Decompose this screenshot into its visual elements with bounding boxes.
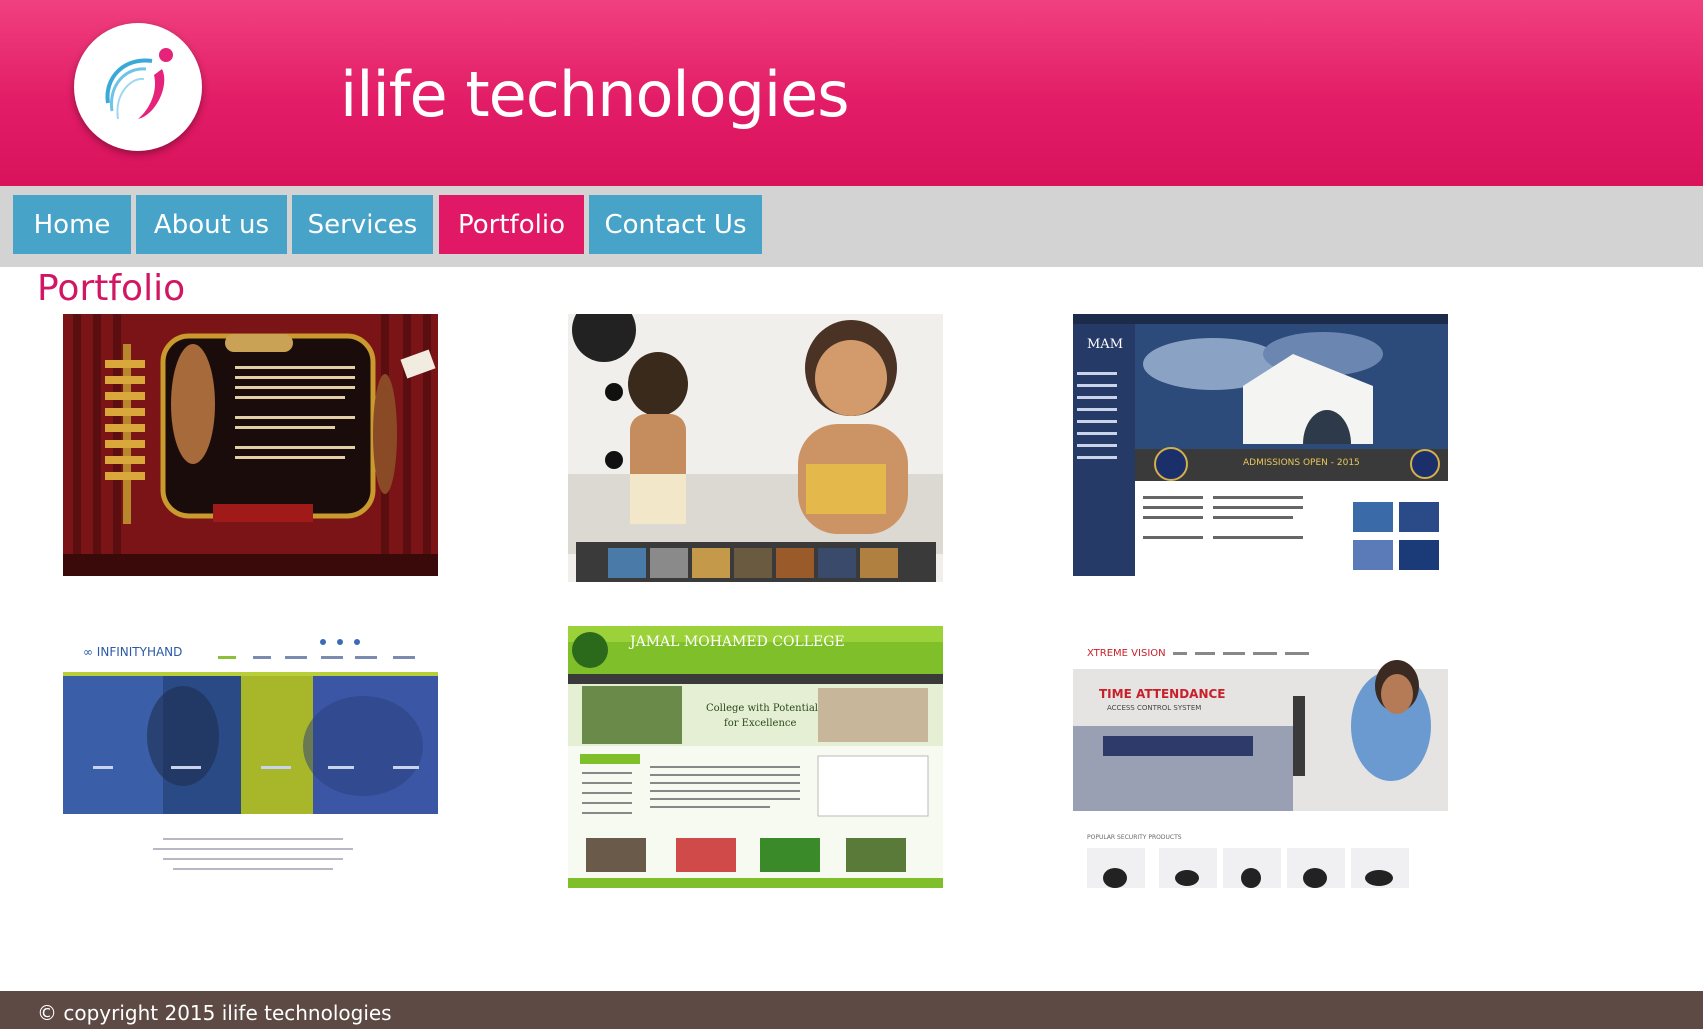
mam-college-screenshot: MAM ADMISSIONS OPEN - 2015	[1073, 314, 1448, 576]
nav-services[interactable]: Services	[292, 195, 433, 254]
portfolio-item-kids-photography[interactable]	[568, 314, 943, 582]
portfolio-item-dance-theatre[interactable]	[63, 314, 438, 576]
site-header: ilife technologies	[0, 0, 1703, 186]
logo[interactable]	[74, 23, 202, 151]
portfolio-item-mam-college[interactable]: MAM ADMISSIONS OPEN - 2015	[1073, 314, 1448, 576]
xtreme-vision-screenshot: XTREME VISION TIME ATTENDANCE ACCESS CON…	[1073, 626, 1448, 888]
main-nav: Home About us Services Portfolio Contact…	[0, 186, 1703, 267]
ilife-swirl-logo-icon	[105, 48, 173, 120]
nav-contact-us[interactable]: Contact Us	[589, 195, 762, 254]
nav-home[interactable]: Home	[13, 195, 131, 254]
dance-theatre-screenshot	[63, 314, 438, 576]
jmc-tagline-1: College with Potential	[706, 703, 818, 714]
mam-admissions-banner: ADMISSIONS OPEN - 2015	[1243, 458, 1360, 468]
portfolio-item-infinity-hand[interactable]: ∞ INFINITYHAND	[63, 626, 438, 888]
jmc-tagline-2: for Excellence	[724, 718, 796, 729]
infinity-hand-screenshot: ∞ INFINITYHAND	[63, 626, 438, 888]
nav-about-us[interactable]: About us	[136, 195, 287, 254]
access-control-subtitle: ACCESS CONTROL SYSTEM	[1107, 704, 1201, 712]
nav-portfolio[interactable]: Portfolio	[439, 195, 584, 254]
portfolio-item-jamal-mohamed-college[interactable]: JAMAL MOHAMED COLLEGE College with Poten…	[568, 626, 943, 888]
time-attendance-banner: TIME ATTENDANCE	[1099, 687, 1226, 701]
page-title: Portfolio	[37, 268, 186, 309]
site-title: ilife technologies	[340, 58, 850, 131]
portfolio-item-xtreme-vision[interactable]: XTREME VISION TIME ATTENDANCE ACCESS CON…	[1073, 626, 1448, 888]
mam-logo-text: MAM	[1087, 337, 1123, 352]
popular-products-label: POPULAR SECURITY PRODUCTS	[1087, 834, 1182, 841]
copyright-text: © copyright 2015 ilife technologies	[37, 1001, 392, 1025]
infinityhand-logo-text: ∞ INFINITYHAND	[83, 645, 182, 659]
jamal-mohamed-college-screenshot: JAMAL MOHAMED COLLEGE College with Poten…	[568, 626, 943, 888]
kids-photography-screenshot	[568, 314, 943, 582]
jmc-college-name: JAMAL MOHAMED COLLEGE	[628, 634, 845, 650]
site-footer: © copyright 2015 ilife technologies	[0, 991, 1703, 1029]
xtreme-vision-logo-text: XTREME VISION	[1087, 648, 1166, 659]
